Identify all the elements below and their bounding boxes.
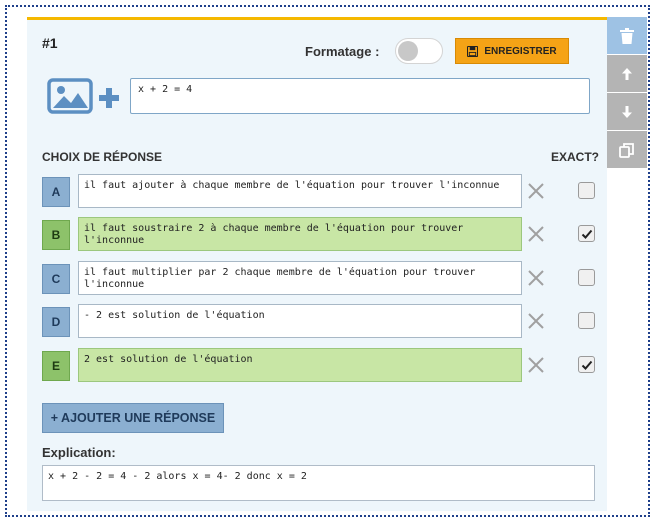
answer-input[interactable]: il faut soustraire 2 à chaque membre de … [78,217,522,251]
question-side-toolbar [607,17,647,169]
duplicate-icon [619,142,634,158]
answer-letter: E [42,351,70,381]
answer-row: D - 2 est solution de l'équation [42,304,602,338]
correct-checkbox[interactable] [578,356,595,373]
answer-input[interactable]: il faut multiplier par 2 chaque membre d… [78,261,522,295]
toggle-knob [398,41,418,61]
answer-letter: C [42,264,70,294]
delete-question-button[interactable] [607,17,647,54]
answer-input[interactable]: - 2 est solution de l'équation [78,304,522,338]
add-answer-button[interactable]: + AJOUTER UNE RÉPONSE [42,403,224,433]
question-editor-frame: #1 Formatage : ENREGISTRER x + 2 = 4 CHO… [5,5,650,517]
answers-section-title: CHOIX DE RÉPONSE [42,150,163,164]
answer-row: A il faut ajouter à chaque membre de l'é… [42,174,602,208]
explanation-input[interactable]: x + 2 - 2 = 4 - 2 alors x = 4- 2 donc x … [42,465,595,501]
correct-checkbox[interactable] [578,182,595,199]
answer-letter: D [42,307,70,337]
answer-letter: A [42,177,70,207]
correct-checkbox[interactable] [578,225,595,242]
floppy-disk-icon [467,45,479,57]
question-number: #1 [42,35,58,51]
move-up-button[interactable] [607,55,647,92]
plus-icon[interactable] [99,88,119,108]
save-button[interactable]: ENREGISTRER [455,38,569,64]
explanation-label: Explication: [42,445,116,460]
add-image-icon[interactable] [47,78,93,114]
answer-input[interactable]: 2 est solution de l'équation [78,348,522,382]
trash-icon [620,27,634,44]
duplicate-question-button[interactable] [607,131,647,168]
save-button-label: ENREGISTRER [484,45,557,57]
answer-row: E 2 est solution de l'équation [42,348,602,382]
answer-row: B il faut soustraire 2 à chaque membre d… [42,217,602,251]
check-icon [581,229,592,239]
delete-answer-icon[interactable] [527,356,545,374]
exact-column-title: EXACT? [551,150,599,164]
answer-row: C il faut multiplier par 2 chaque membre… [42,261,602,295]
delete-answer-icon[interactable] [527,182,545,200]
arrow-down-icon [622,105,632,118]
format-label: Formatage : [305,44,380,59]
arrow-up-icon [622,67,632,80]
question-input[interactable]: x + 2 = 4 [130,78,590,114]
question-card: #1 Formatage : ENREGISTRER x + 2 = 4 CHO… [27,17,607,511]
format-toggle[interactable] [395,38,443,64]
delete-answer-icon[interactable] [527,312,545,330]
correct-checkbox[interactable] [578,269,595,286]
check-icon [581,360,592,370]
delete-answer-icon[interactable] [527,225,545,243]
answer-input[interactable]: il faut ajouter à chaque membre de l'équ… [78,174,522,208]
answer-letter: B [42,220,70,250]
move-down-button[interactable] [607,93,647,130]
delete-answer-icon[interactable] [527,269,545,287]
correct-checkbox[interactable] [578,312,595,329]
